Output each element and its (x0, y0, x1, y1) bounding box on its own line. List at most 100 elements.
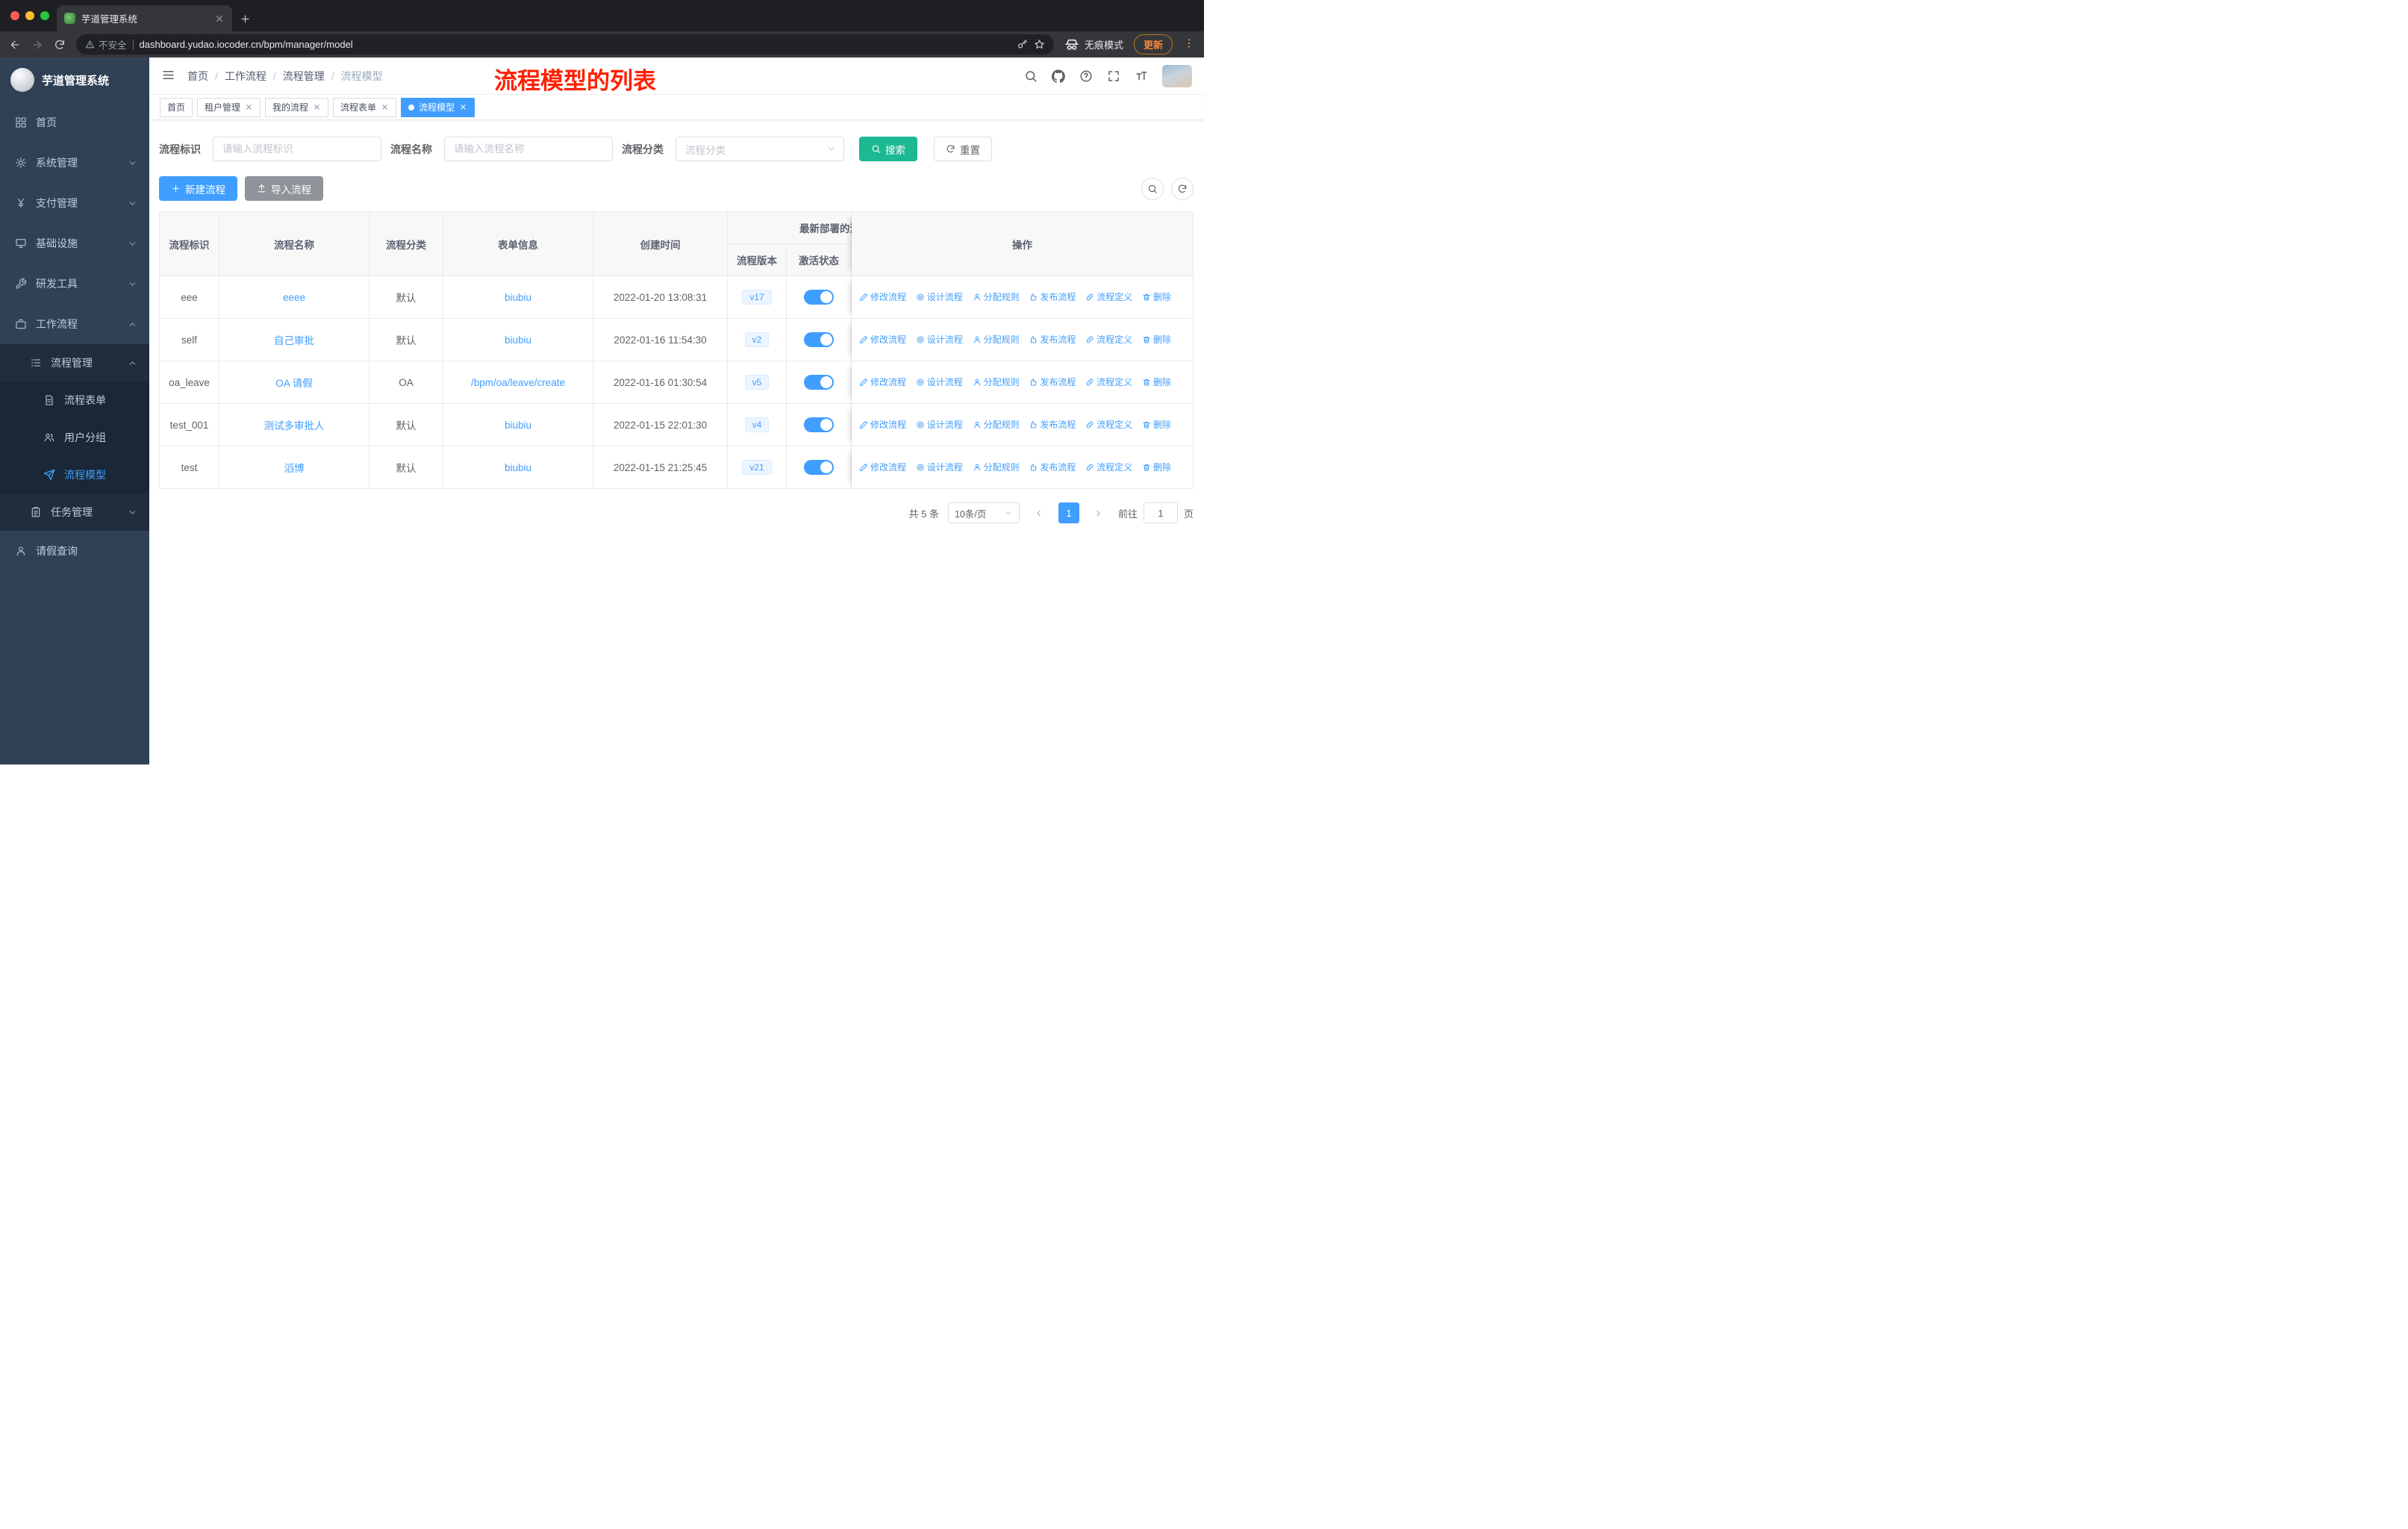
new-tab-button[interactable] (240, 13, 251, 27)
edit-process-link[interactable]: 修改流程 (859, 290, 906, 303)
browser-menu-button[interactable] (1183, 37, 1195, 52)
sidebar-item-process-form[interactable]: 流程表单 (0, 382, 149, 419)
github-icon[interactable] (1052, 69, 1065, 83)
delete-link[interactable]: 删除 (1142, 376, 1171, 388)
process-id-input[interactable] (213, 137, 381, 161)
process-definition-link[interactable]: 流程定义 (1085, 418, 1132, 431)
page-number-button[interactable]: 1 (1058, 502, 1079, 523)
close-icon[interactable] (245, 103, 253, 111)
sidebar-item-workflow[interactable]: 工作流程 (0, 304, 149, 344)
address-bar[interactable]: 不安全 dashboard.yudao.iocoder.cn/bpm/manag… (76, 34, 1054, 55)
sidebar-item-task-mgmt[interactable]: 任务管理 (0, 493, 149, 531)
fullscreen-icon[interactable] (1107, 69, 1120, 83)
form-info-link[interactable]: biubiu (505, 334, 531, 346)
edit-process-link[interactable]: 修改流程 (859, 376, 906, 388)
active-toggle[interactable] (804, 332, 834, 347)
design-process-link[interactable]: 设计流程 (916, 376, 963, 388)
forward-icon[interactable] (31, 39, 43, 51)
tag-my-process[interactable]: 我的流程 (265, 97, 329, 117)
breadcrumb-item[interactable]: 首页 (187, 69, 208, 84)
publish-process-link[interactable]: 发布流程 (1029, 290, 1076, 303)
assign-rule-link[interactable]: 分配规则 (973, 461, 1020, 473)
reload-icon[interactable] (54, 39, 66, 51)
collapse-sidebar-button[interactable] (161, 68, 175, 84)
search-icon[interactable] (1024, 69, 1038, 83)
model-name-link[interactable]: 滔博 (284, 463, 305, 474)
sidebar-item-infrastructure[interactable]: 基础设施 (0, 223, 149, 264)
maximize-window-button[interactable] (40, 11, 49, 20)
user-avatar[interactable] (1162, 64, 1192, 87)
prev-page-button[interactable] (1029, 502, 1049, 523)
close-icon[interactable] (459, 103, 467, 111)
active-toggle[interactable] (804, 417, 834, 432)
key-icon[interactable] (1017, 39, 1028, 50)
goto-page-input[interactable] (1143, 502, 1178, 523)
sidebar-logo[interactable]: 芋道管理系统 (0, 57, 149, 102)
form-info-link[interactable]: biubiu (505, 462, 531, 473)
sidebar-item-leave-query[interactable]: 请假查询 (0, 531, 149, 571)
publish-process-link[interactable]: 发布流程 (1029, 461, 1076, 473)
sidebar-item-dev-tools[interactable]: 研发工具 (0, 264, 149, 304)
sidebar-item-user-group[interactable]: 用户分组 (0, 419, 149, 456)
delete-link[interactable]: 删除 (1142, 418, 1171, 431)
minimize-window-button[interactable] (25, 11, 34, 20)
model-name-link[interactable]: 自己审批 (274, 335, 314, 346)
back-icon[interactable] (9, 39, 21, 51)
model-name-link[interactable]: OA 请假 (275, 378, 313, 389)
active-toggle[interactable] (804, 290, 834, 305)
close-icon[interactable] (381, 103, 389, 111)
next-page-button[interactable] (1088, 502, 1109, 523)
form-info-link[interactable]: /bpm/oa/leave/create (471, 377, 565, 388)
active-toggle[interactable] (804, 460, 834, 475)
tag-tenant-mgmt[interactable]: 租户管理 (197, 97, 261, 117)
help-icon[interactable] (1079, 69, 1093, 83)
model-name-link[interactable]: eeee (283, 292, 305, 303)
search-button[interactable]: 搜索 (859, 137, 917, 161)
close-window-button[interactable] (10, 11, 19, 20)
publish-process-link[interactable]: 发布流程 (1029, 376, 1076, 388)
sidebar-item-process-model[interactable]: 流程模型 (0, 456, 149, 493)
tag-process-form[interactable]: 流程表单 (333, 97, 397, 117)
toggle-search-button[interactable] (1141, 177, 1164, 200)
reset-button[interactable]: 重置 (934, 137, 992, 161)
page-size-select[interactable]: 10条/页 (947, 502, 1020, 523)
category-select[interactable]: 流程分类 (676, 137, 844, 161)
assign-rule-link[interactable]: 分配规则 (973, 333, 1020, 346)
sidebar-item-system-mgmt[interactable]: 系统管理 (0, 143, 149, 183)
update-button[interactable]: 更新 (1133, 34, 1173, 55)
edit-process-link[interactable]: 修改流程 (859, 333, 906, 346)
breadcrumb-item[interactable]: 流程管理 (283, 69, 325, 84)
assign-rule-link[interactable]: 分配规则 (973, 290, 1020, 303)
process-definition-link[interactable]: 流程定义 (1085, 376, 1132, 388)
assign-rule-link[interactable]: 分配规则 (973, 418, 1020, 431)
form-info-link[interactable]: biubiu (505, 420, 531, 431)
form-info-link[interactable]: biubiu (505, 292, 531, 303)
breadcrumb-item[interactable]: 工作流程 (225, 69, 266, 84)
delete-link[interactable]: 删除 (1142, 290, 1171, 303)
process-definition-link[interactable]: 流程定义 (1085, 290, 1132, 303)
assign-rule-link[interactable]: 分配规则 (973, 376, 1020, 388)
process-definition-link[interactable]: 流程定义 (1085, 333, 1132, 346)
bookmark-star-icon[interactable] (1034, 39, 1045, 50)
tag-home[interactable]: 首页 (160, 97, 193, 117)
import-process-button[interactable]: 导入流程 (245, 176, 323, 201)
close-icon[interactable] (313, 103, 321, 111)
model-name-link[interactable]: 测试多审批人 (264, 420, 325, 432)
design-process-link[interactable]: 设计流程 (916, 333, 963, 346)
sidebar-item-payment-mgmt[interactable]: 支付管理 (0, 183, 149, 223)
process-definition-link[interactable]: 流程定义 (1085, 461, 1132, 473)
close-tab-icon[interactable] (214, 13, 225, 24)
active-toggle[interactable] (804, 375, 834, 390)
browser-tab[interactable]: 芋道管理系统 (57, 5, 232, 31)
sidebar-item-home[interactable]: 首页 (0, 102, 149, 143)
delete-link[interactable]: 删除 (1142, 333, 1171, 346)
publish-process-link[interactable]: 发布流程 (1029, 418, 1076, 431)
tag-process-model[interactable]: 流程模型 (401, 97, 475, 117)
sidebar-item-process-mgmt[interactable]: 流程管理 (0, 344, 149, 382)
refresh-table-button[interactable] (1171, 177, 1194, 200)
design-process-link[interactable]: 设计流程 (916, 418, 963, 431)
publish-process-link[interactable]: 发布流程 (1029, 333, 1076, 346)
design-process-link[interactable]: 设计流程 (916, 290, 963, 303)
edit-process-link[interactable]: 修改流程 (859, 418, 906, 431)
process-name-input[interactable] (444, 137, 613, 161)
